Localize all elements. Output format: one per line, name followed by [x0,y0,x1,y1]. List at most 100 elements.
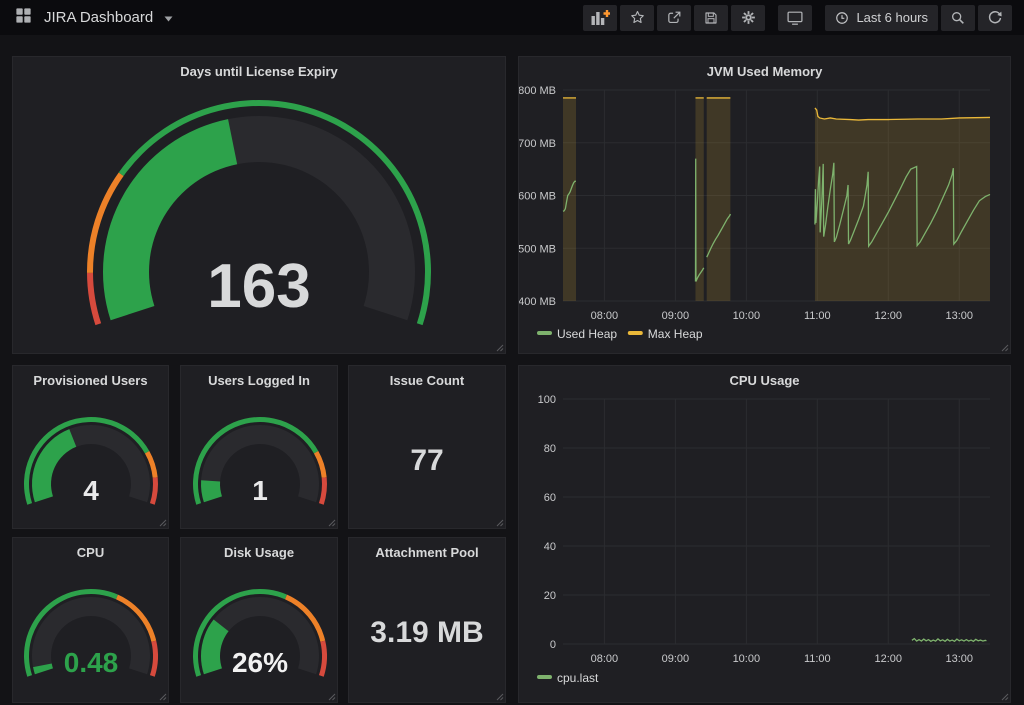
legend-marker [628,331,643,335]
panel-cpu-usage: CPU Usage 0 20 40 60 80 100 08:00 09:00 10:00 11:… [518,365,1011,703]
x-tick-label: 08:00 [591,653,619,665]
panel-title[interactable]: CPU Usage [519,366,1010,388]
chart-svg: 400 MB 500 MB 600 MB 700 MB 800 MB 08:00 09:00… [519,57,1010,353]
y-tick-label: 20 [544,590,556,602]
users-logged-in-gauge: 1 [181,366,337,528]
panel-title[interactable]: Disk Usage [181,538,337,560]
navbar: JIRA Dashboard Last 6 hours [0,0,1024,35]
gauge-value: 1 [252,475,268,506]
chevron-down-icon [164,9,173,27]
y-tick-label: 600 MB [519,191,556,203]
x-tick-label: 13:00 [945,653,973,665]
panel-days-until-license-expiry: Days until License Expiry 163 [12,56,506,354]
resize-handle[interactable] [158,692,167,701]
panel-title[interactable]: JVM Used Memory [519,57,1010,79]
gauge-value: 0.48 [64,647,119,678]
y-tick-label: 60 [544,492,556,504]
resize-handle[interactable] [327,692,336,701]
panel-jvm-used-memory: JVM Used Memory 400 MB 500 MB 600 MB 700 MB… [518,56,1011,354]
gauge-svg: 26% [181,538,337,702]
y-tick-label: 800 MB [519,85,556,97]
attachment-pool-value: 3.19 MB [370,616,483,650]
x-tick-label: 09:00 [662,310,690,322]
y-tick-label: 700 MB [519,138,556,150]
panel-cpu: CPU 0.48 [12,537,169,703]
panel-title[interactable]: Provisioned Users [13,366,168,388]
monitor-icon [786,10,804,26]
resize-handle[interactable] [1000,343,1009,352]
y-tick-label: 100 [538,394,556,406]
panel-title[interactable]: Attachment Pool [349,538,505,560]
add-panel-icon [591,10,610,25]
legend-item-max-heap[interactable]: Max Heap [648,327,703,341]
resize-handle[interactable] [495,692,504,701]
panel-attachment-pool: Attachment Pool 3.19 MB [348,537,506,703]
resize-handle[interactable] [158,518,167,527]
x-tick-label: 10:00 [733,653,761,665]
resize-handle[interactable] [495,518,504,527]
disk-usage-gauge: 26% [181,538,337,702]
panel-title[interactable]: CPU [13,538,168,560]
panel-title[interactable]: Users Logged In [181,366,337,388]
gauge-svg: 4 [13,366,168,528]
x-tick-label: 11:00 [804,653,831,665]
share-button[interactable] [657,5,691,31]
gauge-value: 4 [83,475,99,506]
legend-marker [537,675,552,679]
panel-provisioned-users: Provisioned Users 4 [12,365,169,529]
time-range-label: Last 6 hours [856,10,928,25]
save-button[interactable] [694,5,728,31]
y-tick-label: 80 [544,443,556,455]
cpu-gauge: 0.48 [13,538,168,702]
dashboard-title-dropdown[interactable]: JIRA Dashboard [14,6,173,30]
x-tick-label: 12:00 [875,653,903,665]
page-title: JIRA Dashboard [44,9,153,26]
time-range-button[interactable]: Last 6 hours [825,5,938,31]
issue-count-value: 77 [410,444,443,478]
save-icon [703,10,719,26]
chart-svg: 0 20 40 60 80 100 08:00 09:00 10:00 11:00 12:00 13:… [519,366,1010,702]
share-icon [666,9,683,26]
y-tick-label: 500 MB [519,243,556,255]
x-tick-label: 08:00 [591,310,619,322]
panel-issue-count: Issue Count 77 [348,365,506,529]
gauge-value: 26% [232,647,288,678]
panel-disk-usage: Disk Usage 26% [180,537,338,703]
cycle-view-button[interactable] [778,5,812,31]
star-button[interactable] [620,5,654,31]
cpu-usage-chart[interactable]: 0 20 40 60 80 100 08:00 09:00 10:00 11:00 12:00 13:… [519,366,1010,702]
refresh-icon [987,10,1003,26]
resize-handle[interactable] [327,518,336,527]
gear-icon [740,9,757,26]
resize-handle[interactable] [495,343,504,352]
gauge-svg: 163 [13,57,505,353]
panel-title[interactable]: Issue Count [349,366,505,388]
x-tick-label: 10:00 [733,310,761,322]
panel-users-logged-in: Users Logged In 1 [180,365,338,529]
x-tick-label: 11:00 [804,310,831,322]
x-tick-label: 13:00 [945,310,973,322]
refresh-button[interactable] [978,5,1012,31]
y-tick-label: 0 [550,639,556,651]
jvm-memory-chart[interactable]: 400 MB 500 MB 600 MB 700 MB 800 MB 08:00 09:00… [519,57,1010,353]
y-tick-label: 40 [544,541,556,553]
settings-button[interactable] [731,5,765,31]
y-tick-label: 400 MB [519,296,556,308]
license-expiry-gauge: 163 [13,57,505,353]
legend-item-used-heap[interactable]: Used Heap [557,327,617,341]
star-icon [629,9,646,26]
x-tick-label: 09:00 [662,653,690,665]
toolbar: Last 6 hours [580,5,1012,31]
add-panel-button[interactable] [583,5,617,31]
grid-icon [14,6,33,30]
clock-icon [835,11,849,25]
zoom-out-button[interactable] [941,5,975,31]
gauge-svg: 0.48 [13,538,168,702]
provisioned-users-gauge: 4 [13,366,168,528]
legend-marker [537,331,552,335]
gauge-svg: 1 [181,366,337,528]
resize-handle[interactable] [1000,692,1009,701]
legend-item-cpu-last[interactable]: cpu.last [557,671,599,685]
gauge-value: 163 [207,252,310,321]
panel-title[interactable]: Days until License Expiry [13,57,505,79]
